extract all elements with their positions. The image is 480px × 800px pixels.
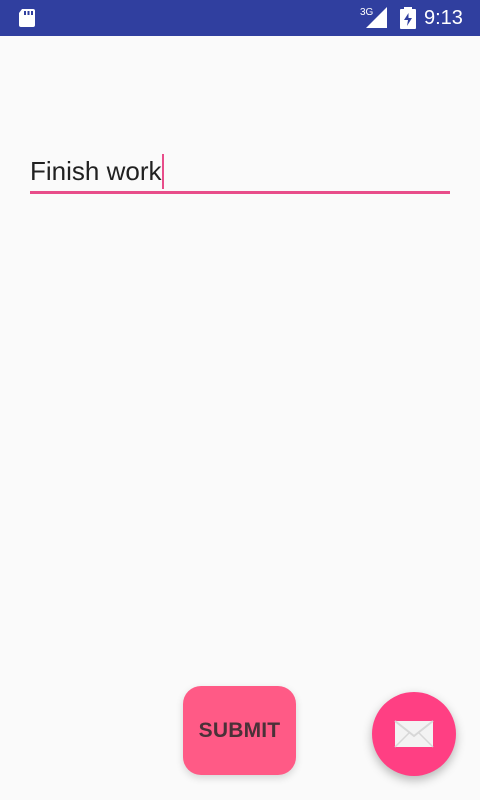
sd-card-icon [19, 9, 35, 27]
battery-icon [400, 7, 416, 29]
email-icon [394, 720, 434, 748]
clock: 9:13 [424, 7, 463, 29]
task-input-value: Finish work [30, 156, 162, 186]
status-bar: 3G 9:13 [0, 0, 480, 36]
task-input-field[interactable]: Finish work [30, 152, 450, 194]
submit-button[interactable]: SUBMIT [183, 686, 296, 775]
main-content: Finish work SUBMIT [0, 36, 480, 800]
task-input-text[interactable]: Finish work [30, 153, 165, 189]
email-fab[interactable] [372, 692, 456, 776]
text-cursor [162, 153, 165, 189]
svg-text:3G: 3G [360, 7, 374, 18]
signal-icon: 3G [360, 7, 387, 28]
